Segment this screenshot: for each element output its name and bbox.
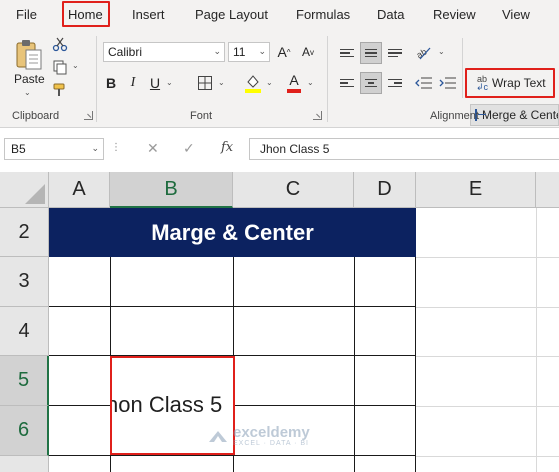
row-header-4[interactable]: 4 (0, 307, 49, 356)
spreadsheet-grid: A B C D E 2 3 4 5 6 Marge & Center hon C… (0, 172, 559, 472)
formula-bar: B5 ⌄ ⋮ ✕ ✓ fx Jhon Class 5 (0, 128, 559, 172)
chevron-down-icon: ⌄ (258, 46, 266, 56)
bold-icon[interactable]: B (103, 74, 119, 92)
clipboard-launcher-icon[interactable] (84, 111, 93, 120)
watermark-tagline: EXCEL · DATA · BI (233, 440, 309, 447)
clipboard-group-label: Clipboard (12, 110, 60, 122)
middle-align-icon[interactable] (360, 42, 382, 64)
italic-icon[interactable]: I (125, 74, 141, 92)
align-left-icon[interactable] (336, 72, 358, 94)
merge-center-button[interactable]: Merge & Center (470, 104, 559, 126)
exceldemy-logo-icon (209, 430, 227, 442)
tab-data[interactable]: Data (377, 7, 404, 22)
tab-insert[interactable]: Insert (132, 7, 165, 22)
gridline (536, 208, 537, 472)
watermark-name: exceldemy (233, 424, 310, 441)
divider (327, 36, 328, 122)
top-align-icon[interactable] (336, 42, 358, 64)
row-header-6[interactable]: 6 (0, 406, 49, 456)
fill-color-dropdown-icon[interactable]: ⌄ (266, 78, 273, 87)
paste-icon[interactable] (14, 38, 44, 72)
font-color-icon[interactable]: A (286, 72, 302, 94)
borders-dropdown-icon[interactable]: ⌄ (218, 78, 225, 87)
fill-color-icon[interactable] (244, 72, 262, 94)
gridline (416, 406, 559, 407)
chevron-down-icon: ⌄ (213, 46, 221, 56)
menu-bar: File Home Insert Page Layout Formulas Da… (0, 0, 559, 30)
column-header-c[interactable]: C (233, 172, 354, 208)
column-header-d[interactable]: D (354, 172, 416, 208)
font-size-value: 11 (233, 45, 246, 59)
paste-label[interactable]: Paste (14, 72, 45, 86)
chevron-down-icon: ⌄ (91, 143, 99, 153)
decrease-font-size-icon[interactable]: Av (298, 42, 318, 62)
insert-function-button[interactable]: fx (221, 140, 233, 155)
font-name-value: Calibri (108, 45, 143, 59)
column-header-b[interactable]: B (110, 172, 233, 208)
column-header-f[interactable] (536, 172, 559, 208)
bottom-align-icon[interactable] (384, 42, 406, 64)
tab-view[interactable]: View (502, 7, 530, 22)
formula-input[interactable]: Jhon Class 5 (249, 138, 559, 160)
font-name-combo[interactable]: Calibri ⌄ (103, 42, 225, 62)
format-painter-icon[interactable] (52, 82, 68, 98)
font-launcher-icon[interactable] (313, 111, 322, 120)
cell-border (354, 257, 355, 472)
alignment-group-label: Alignment (430, 110, 479, 122)
underline-dropdown-icon[interactable]: ⌄ (166, 78, 173, 87)
cell-b5-text: hon Class 5 (110, 392, 223, 417)
name-box-value: B5 (11, 142, 26, 156)
cut-icon[interactable] (52, 36, 68, 52)
enter-icon[interactable]: ✓ (183, 140, 195, 157)
home-tab-highlight (62, 1, 110, 27)
merge-center-label: Merge & Center (482, 108, 559, 122)
copy-dropdown-icon[interactable]: ⌄ (72, 61, 79, 70)
merged-header-cell[interactable]: Marge & Center (49, 208, 416, 257)
row-header-5[interactable]: 5 (0, 356, 49, 406)
row-header-3[interactable]: 3 (0, 257, 49, 307)
watermark-text: exceldemy EXCEL · DATA · BI (233, 424, 310, 447)
watermark: exceldemy EXCEL · DATA · BI (207, 424, 310, 447)
tab-formulas[interactable]: Formulas (296, 7, 350, 22)
gridline (416, 257, 559, 258)
decrease-indent-icon[interactable] (414, 73, 434, 93)
row-header-2[interactable]: 2 (0, 208, 49, 257)
increase-font-size-icon[interactable]: A ^ (274, 42, 294, 62)
align-right-icon[interactable] (384, 72, 406, 94)
gridline (416, 307, 559, 308)
name-box[interactable]: B5 ⌄ (4, 138, 104, 160)
formula-bar-grip-icon[interactable]: ⋮ (111, 142, 121, 153)
tab-page-layout[interactable]: Page Layout (195, 7, 268, 22)
orientation-dropdown-icon[interactable]: ⌄ (438, 47, 445, 56)
tab-review[interactable]: Review (433, 7, 476, 22)
ribbon: Paste ⌄ ⌄ Clipboard Calibri ⌄ 11 ⌄ A ^ Av… (0, 30, 559, 128)
row-header-7[interactable] (0, 456, 49, 472)
paste-dropdown-icon[interactable]: ⌄ (24, 88, 31, 97)
orientation-icon[interactable]: ab (414, 42, 434, 62)
divider (462, 38, 463, 98)
column-header-a[interactable]: A (49, 172, 110, 208)
divider (96, 36, 97, 122)
wrap-text-highlight (465, 68, 555, 98)
cancel-icon[interactable]: ✕ (147, 140, 159, 157)
font-group-label: Font (190, 110, 213, 122)
align-center-icon[interactable] (360, 72, 382, 94)
borders-icon[interactable] (196, 74, 214, 92)
underline-icon[interactable]: U (147, 74, 163, 92)
increase-indent-icon[interactable] (438, 73, 458, 93)
copy-icon[interactable] (52, 59, 68, 75)
formula-value: Jhon Class 5 (260, 142, 330, 156)
select-all-button[interactable] (0, 172, 49, 208)
font-size-combo[interactable]: 11 ⌄ (228, 42, 270, 62)
cell-border (49, 306, 416, 307)
gridline (416, 356, 559, 357)
cell-border (49, 455, 416, 456)
column-header-e[interactable]: E (416, 172, 536, 208)
gridline (416, 456, 559, 457)
font-color-dropdown-icon[interactable]: ⌄ (307, 78, 314, 87)
select-all-icon (25, 184, 45, 204)
tab-file[interactable]: File (16, 7, 37, 22)
